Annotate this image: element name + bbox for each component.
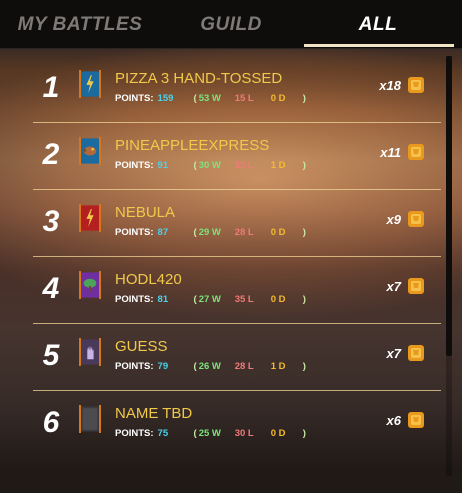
gold-reward-icon [405,74,427,96]
paren-open: ( [193,361,197,372]
guild-name: NAME TBD [115,405,193,422]
draws-value: 1 D [270,361,286,372]
leaderboard-row[interactable]: 4 HODL420 POINTS: 81 (27 W 35 L 0 D) x7 [33,257,441,324]
tab-all[interactable]: ALL [302,0,454,48]
guild-name: HODL420 [115,271,182,288]
gold-reward-icon [405,208,427,230]
guild-banner [79,405,101,433]
draws-value: 0 D [270,428,286,439]
paren-open: ( [193,294,197,305]
points-value: 75 [157,428,169,439]
reward-multiplier: x7 [386,279,401,294]
paren-close: ) [302,361,306,372]
guild-banner [79,271,101,299]
scrollbar-track[interactable] [446,56,452,476]
rank-number: 4 [42,272,60,305]
points-value: 159 [157,93,174,104]
leaderboard-panel: MY BATTLES GUILD ALL 1 PIZZA 3 HAND-TOSS… [0,0,462,493]
points-value: 81 [157,294,169,305]
guild-banner [79,204,101,232]
losses-value: 30 L [234,428,254,439]
points-label: POINTS: [115,294,154,305]
paren-open: ( [193,93,197,104]
guild-banner [79,70,101,98]
lightning-icon [81,205,99,231]
guild-name: PIZZA 3 HAND-TOSSED [115,70,283,87]
guild-name: GUESS [115,338,168,355]
wins-value: 27 W [198,294,221,305]
gold-reward-icon [405,409,427,431]
lightning-icon [81,71,99,97]
paren-open: ( [193,428,197,439]
guild-banner [79,137,101,165]
tree-icon [81,272,99,298]
paren-open: ( [193,227,197,238]
rank-number: 6 [42,406,60,439]
reward-multiplier: x9 [386,212,401,227]
guild-leaderboard-list: 1 PIZZA 3 HAND-TOSSED POINTS: 159(53 W 15 … [33,56,441,457]
guild-name: NEBULA [115,204,176,221]
losses-value: 35 L [234,294,254,305]
rank-number: 3 [42,205,60,238]
reward-multiplier: x6 [386,413,401,428]
points-label: POINTS: [115,227,154,238]
gold-reward-icon [405,141,427,163]
points-value: 91 [157,160,169,171]
reward-multiplier: x7 [386,346,401,361]
draws-value: 0 D [270,227,286,238]
guild-name: PINEAPPLEEXPRESS [115,137,270,154]
losses-value: 28 L [234,361,254,372]
paren-close: ) [302,160,306,171]
points-value: 87 [157,227,169,238]
leaderboard-row[interactable]: 5 GUESS POINTS: 79 (26 W 28 L 1 D) x7 [33,324,441,391]
draws-value: 0 D [270,93,286,104]
wins-value: 25 W [198,428,221,439]
gold-reward-icon [405,342,427,364]
guild-banner [79,338,101,366]
guild-stats: POINTS: 87 (29 W 28 L 0 D) [115,227,306,238]
gold-reward-icon [405,275,427,297]
rank-number: 2 [42,138,60,171]
losses-value: 15 L [234,93,254,104]
creature-icon [81,138,99,164]
points-value: 79 [157,361,169,372]
paren-close: ) [302,294,306,305]
losses-value: 28 L [234,227,254,238]
points-label: POINTS: [115,361,154,372]
active-tab-indicator [304,44,454,47]
leaderboard-row[interactable]: 3 NEBULA POINTS: 87 (29 W 28 L 0 D) x9 [33,190,441,257]
points-label: POINTS: [115,93,154,104]
paren-close: ) [302,93,306,104]
guild-stats: POINTS: 91 (30 W 35 L 1 D) [115,160,306,171]
wins-value: 29 W [198,227,221,238]
scrollbar-thumb[interactable] [446,56,452,356]
draws-value: 1 D [270,160,286,171]
rank-number: 5 [42,339,60,372]
wins-value: 26 W [198,361,221,372]
paren-open: ( [193,160,197,171]
wins-value: 53 W [198,93,221,104]
rank-number: 1 [42,71,60,104]
reward-multiplier: x11 [380,145,401,160]
draws-value: 0 D [270,294,286,305]
guild-stats: POINTS: 159 (53 W 15 L 0 D) [115,93,306,104]
leaderboard-row[interactable]: 1 PIZZA 3 HAND-TOSSED POINTS: 159 (53 W 15 … [33,56,441,123]
tab-guild[interactable]: GUILD [160,0,302,48]
blank-banner-icon [81,406,99,432]
reward-multiplier: x18 [379,78,401,93]
guild-stats: POINTS: 75 (25 W 30 L 0 D) [115,428,306,439]
losses-value: 35 L [234,160,254,171]
points-label: POINTS: [115,428,154,439]
leaderboard-row[interactable]: 6 NAME TBD POINTS: 75 (25 W 30 L 0 D) x6 [33,391,441,457]
guild-stats: POINTS: 79 (26 W 28 L 1 D) [115,361,306,372]
wins-value: 30 W [198,160,221,171]
guild-stats: POINTS: 81 (27 W 35 L 0 D) [115,294,306,305]
leaderboard-row[interactable]: 2 PINEAPPLEEXPRESS POINTS: 91 (30 W 35 L 1 D… [33,123,441,190]
hand-icon [81,339,99,365]
paren-close: ) [302,428,306,439]
tab-my-battles[interactable]: MY BATTLES [0,0,160,48]
points-label: POINTS: [115,160,154,171]
tab-bar: MY BATTLES GUILD ALL [0,0,462,49]
paren-close: ) [302,227,306,238]
